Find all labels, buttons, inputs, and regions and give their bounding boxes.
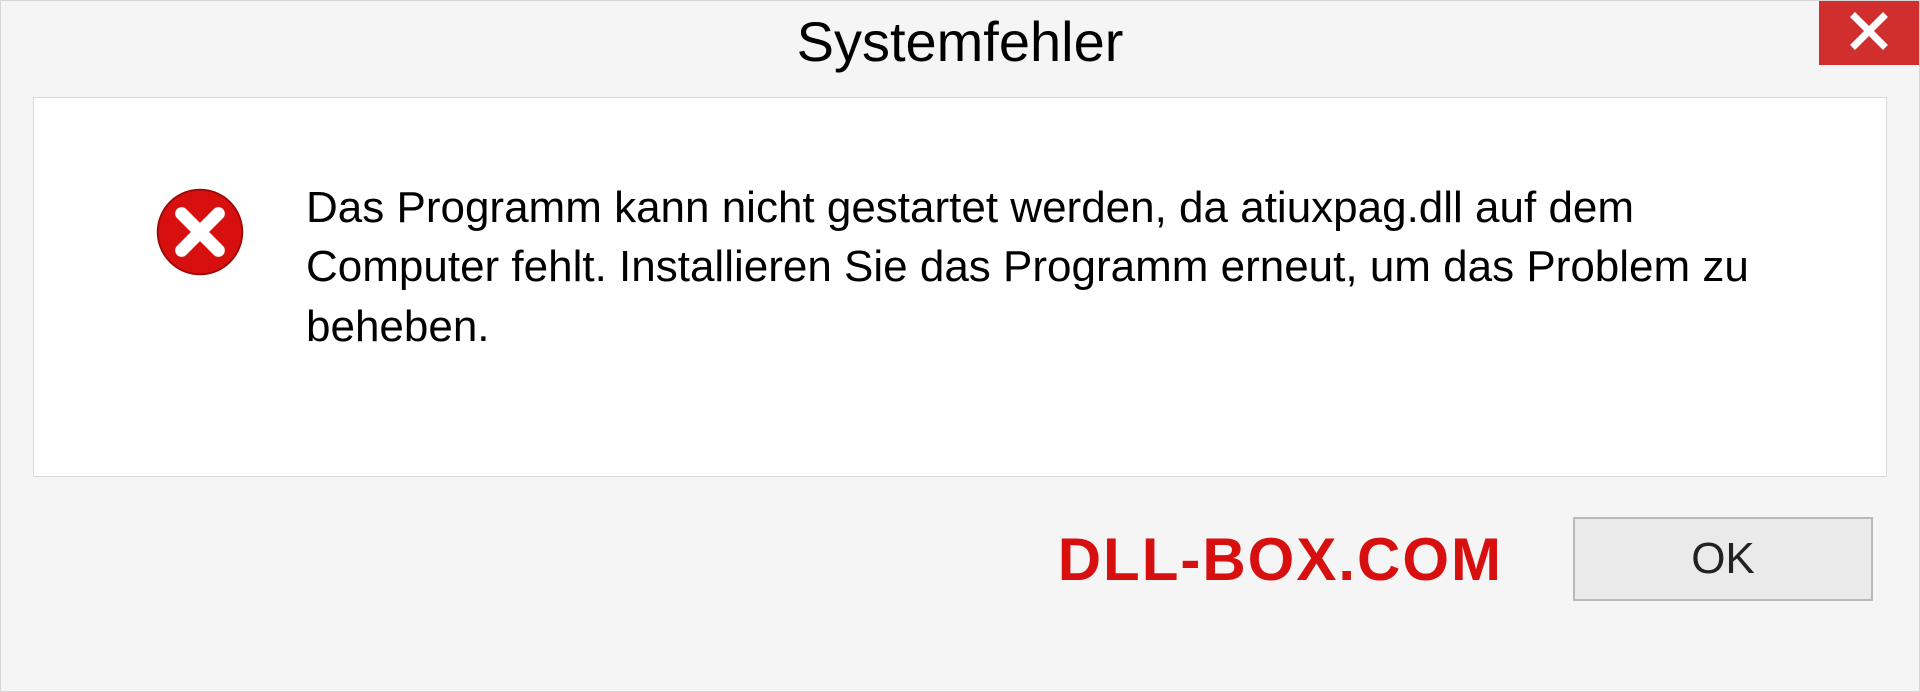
error-message: Das Programm kann nicht gestartet werden… — [306, 178, 1806, 356]
error-dialog: Systemfehler Das Programm kann nicht ges… — [0, 0, 1920, 692]
dialog-title: Systemfehler — [797, 9, 1124, 74]
watermark-text: DLL-BOX.COM — [1058, 525, 1503, 594]
error-icon — [154, 186, 246, 278]
titlebar: Systemfehler — [1, 1, 1919, 81]
dialog-footer: DLL-BOX.COM OK — [1, 477, 1919, 641]
close-button[interactable] — [1819, 1, 1919, 65]
message-panel: Das Programm kann nicht gestartet werden… — [33, 97, 1887, 477]
close-icon — [1849, 11, 1889, 56]
ok-button[interactable]: OK — [1573, 517, 1873, 601]
